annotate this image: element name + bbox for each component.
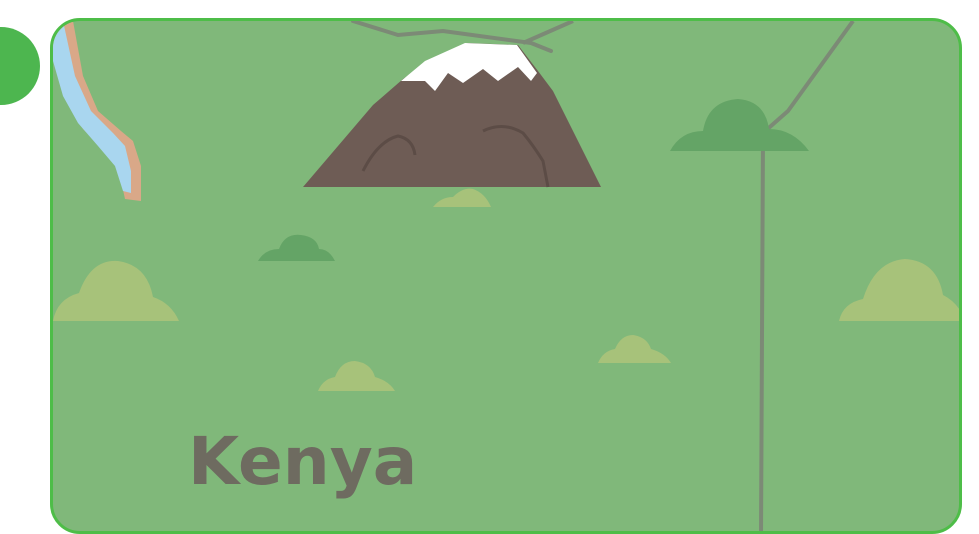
bush-light-5 xyxy=(433,188,491,207)
mountain-icon xyxy=(303,43,601,188)
bush-dark-2 xyxy=(258,234,335,261)
road-top xyxy=(351,21,553,53)
bush-dark-1 xyxy=(670,99,809,151)
country-name: Kenya xyxy=(188,423,418,500)
bush-light-2 xyxy=(839,259,959,321)
lake-icon xyxy=(53,21,141,201)
kenya-map-card[interactable]: Kenya xyxy=(50,18,962,534)
bush-light-1 xyxy=(53,260,179,321)
road-top-branch xyxy=(522,21,574,45)
map-card-stage: Kenya xyxy=(0,0,979,534)
bush-light-3 xyxy=(318,361,395,391)
road-right xyxy=(759,21,855,531)
bush-light-4 xyxy=(598,335,671,363)
step-badge xyxy=(0,27,40,105)
